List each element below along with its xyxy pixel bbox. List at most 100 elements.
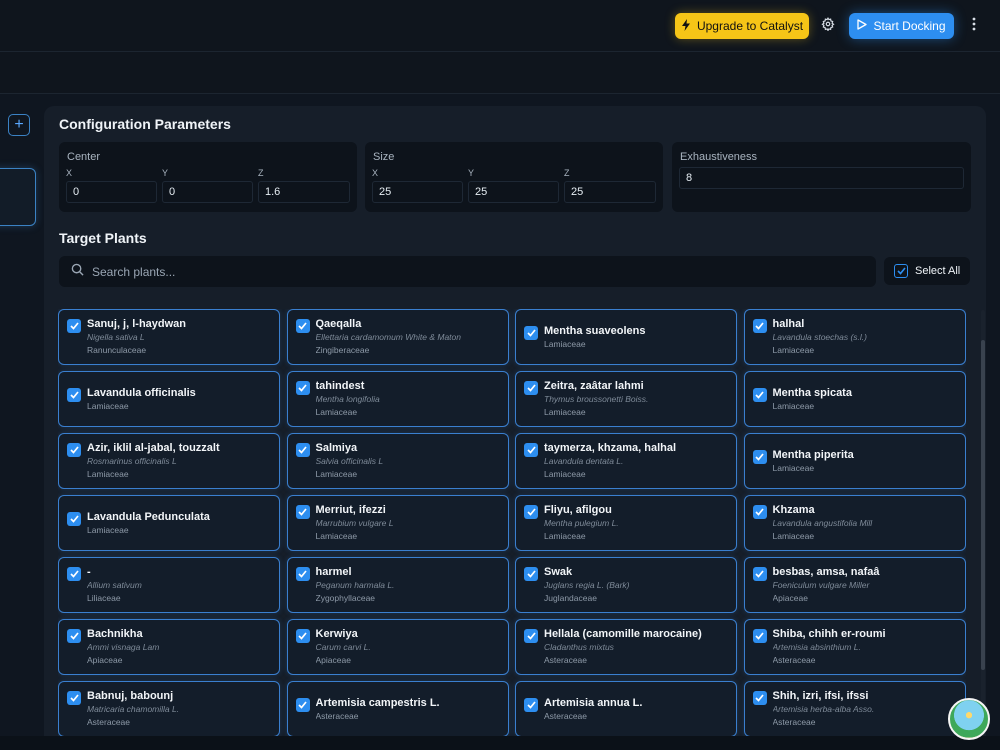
center-group: Center X 0 Y 0 Z 1.6 bbox=[59, 142, 357, 212]
checkbox-checked-icon[interactable] bbox=[524, 567, 538, 581]
checkbox-checked-icon[interactable] bbox=[752, 505, 767, 519]
plant-card[interactable]: besbas, amsa, nafaâ Foeniculum vulgare Mi… bbox=[743, 557, 966, 613]
plant-info: Artemisia campestris L. Asteraceae bbox=[316, 696, 502, 723]
center-z-input[interactable]: 1.6 bbox=[258, 181, 350, 203]
plant-info: Shiba, chihh er-roumi Artemisia absinthiu… bbox=[773, 627, 959, 667]
plant-card[interactable]: Salmiya Salvia officinalis L Lamiaceae bbox=[286, 433, 509, 489]
plant-name: Salmiya bbox=[315, 442, 358, 454]
plant-card[interactable]: Lavandula officinalis Lamiaceae bbox=[58, 371, 280, 427]
plant-card[interactable]: taymerza, khzama, halhal Lavandula dentat… bbox=[515, 433, 737, 489]
plant-card[interactable]: Bachnikha Ammi visnaga Lam Apiaceae bbox=[58, 619, 280, 675]
plant-card[interactable]: Mentha spicata Lamiaceae bbox=[743, 371, 966, 427]
plant-name: tahindest bbox=[315, 380, 365, 392]
plant-card[interactable]: tahindest Mentha longifolia Lamiaceae bbox=[286, 371, 509, 427]
size-y-input[interactable]: 25 bbox=[468, 181, 559, 203]
plant-card[interactable]: Artemisia annua L. Asteraceae bbox=[515, 681, 737, 737]
plant-card[interactable]: halhal Lavandula stoechas (s.l.) Lamiaceae bbox=[743, 309, 966, 365]
checkbox-checked-icon[interactable] bbox=[67, 691, 81, 705]
play-icon bbox=[857, 19, 868, 33]
plant-card[interactable]: Babnuj, babounj Matricaria chamomilla L. A… bbox=[58, 681, 280, 737]
plant-name: Swak bbox=[544, 566, 573, 578]
checkbox-checked-icon[interactable] bbox=[752, 691, 767, 705]
plant-card[interactable]: Qaeqalla Ellettaria cardamomum White & Ma… bbox=[286, 309, 509, 365]
plant-family: Lamiaceae bbox=[544, 469, 586, 479]
checkbox-checked-icon[interactable] bbox=[295, 629, 310, 643]
center-x-input[interactable]: 0 bbox=[66, 181, 157, 203]
checkbox-checked-icon[interactable] bbox=[752, 319, 767, 333]
scrollbar-thumb[interactable] bbox=[981, 340, 985, 670]
plant-scientific-name: Peganum harmala L. bbox=[315, 580, 395, 590]
plant-card[interactable]: Sanuj, j, l-haydwan Nigella sativa L Ranun… bbox=[58, 309, 280, 365]
plant-info: tahindest Mentha longifolia Lamiaceae bbox=[316, 379, 502, 419]
plant-card[interactable]: harmel Peganum harmala L. Zygophyllaceae bbox=[286, 557, 509, 613]
plant-info: Kerwiya Carum carvi L. Apiaceae bbox=[316, 627, 502, 667]
select-all-label: Select All bbox=[915, 265, 961, 277]
plant-card[interactable]: Fliyu, afilgou Mentha pulegium L. Lamiacea… bbox=[515, 495, 737, 551]
checkbox-checked-icon[interactable] bbox=[752, 388, 767, 402]
plants-title: Target Plants bbox=[59, 230, 147, 246]
avatar[interactable] bbox=[948, 698, 990, 740]
exhaustiveness-input[interactable]: 8 bbox=[679, 167, 964, 189]
size-z-input[interactable]: 25 bbox=[564, 181, 656, 203]
checkbox-checked-icon[interactable] bbox=[295, 698, 310, 712]
checkbox-checked-icon[interactable] bbox=[295, 505, 310, 519]
checkbox-checked-icon[interactable] bbox=[295, 381, 310, 395]
sidebar-item[interactable] bbox=[0, 168, 36, 226]
plant-family: Lamiaceae bbox=[315, 469, 358, 479]
plant-card[interactable]: Mentha suaveolens Lamiaceae bbox=[515, 309, 737, 365]
plant-scientific-name: Ammi visnaga Lam bbox=[87, 642, 160, 652]
start-docking-button[interactable]: Start Docking bbox=[849, 13, 954, 39]
plant-card[interactable]: Shih, izri, ifsi, ifssi Artemisia herba-a… bbox=[743, 681, 966, 737]
more-options-button[interactable] bbox=[964, 16, 984, 36]
plant-name: Qaeqalla bbox=[315, 318, 362, 330]
plant-card[interactable]: Kerwiya Carum carvi L. Apiaceae bbox=[286, 619, 509, 675]
plant-card[interactable]: Zeitra, zaâtar lahmi Thymus broussonetti … bbox=[515, 371, 737, 427]
center-y-input[interactable]: 0 bbox=[162, 181, 253, 203]
checkbox-checked-icon[interactable] bbox=[67, 512, 81, 526]
checkbox-checked-icon[interactable] bbox=[752, 567, 767, 581]
plant-card[interactable]: Artemisia campestris L. Asteraceae bbox=[286, 681, 509, 737]
plant-name: Sanuj, j, l-haydwan bbox=[87, 318, 187, 330]
config-title: Configuration Parameters bbox=[59, 116, 231, 132]
checkbox-checked-icon[interactable] bbox=[524, 443, 538, 457]
plant-name: Babnuj, babounj bbox=[87, 690, 174, 702]
kebab-icon bbox=[972, 17, 976, 36]
checkbox-checked-icon[interactable] bbox=[752, 629, 767, 643]
checkbox-checked-icon[interactable] bbox=[524, 505, 538, 519]
plant-card[interactable]: Merriut, ifezzi Marrubium vulgare L Lamiac… bbox=[286, 495, 509, 551]
checkbox-checked-icon[interactable] bbox=[752, 450, 767, 464]
add-icon[interactable]: + bbox=[8, 114, 30, 136]
plant-card[interactable]: Khzama Lavandula angustifolia Mill Lamiace… bbox=[743, 495, 966, 551]
plant-info: Qaeqalla Ellettaria cardamomum White & Ma… bbox=[316, 317, 502, 357]
checkbox-icon bbox=[894, 264, 908, 278]
upgrade-button[interactable]: Upgrade to Catalyst bbox=[675, 13, 809, 39]
center-label: Center bbox=[67, 151, 101, 163]
checkbox-checked-icon[interactable] bbox=[67, 443, 81, 457]
plant-card[interactable]: Swak Juglans regia L. (Bark) Juglandaceae bbox=[515, 557, 737, 613]
checkbox-checked-icon[interactable] bbox=[524, 698, 538, 712]
size-label: Size bbox=[373, 151, 395, 163]
settings-button[interactable] bbox=[818, 16, 838, 36]
checkbox-checked-icon[interactable] bbox=[295, 319, 310, 333]
select-all-toggle[interactable]: Select All bbox=[884, 257, 970, 285]
size-x-input[interactable]: 25 bbox=[372, 181, 463, 203]
checkbox-checked-icon[interactable] bbox=[295, 443, 310, 457]
checkbox-checked-icon[interactable] bbox=[524, 629, 538, 643]
checkbox-checked-icon[interactable] bbox=[67, 567, 81, 581]
plant-card[interactable]: Shiba, chihh er-roumi Artemisia absinthiu… bbox=[743, 619, 966, 675]
plant-card[interactable]: Hellala (camomille marocaine) Cladanthus … bbox=[515, 619, 737, 675]
search-input[interactable]: Search plants... bbox=[59, 256, 876, 287]
plant-card[interactable]: - Allium sativum Liliaceae bbox=[58, 557, 280, 613]
checkbox-checked-icon[interactable] bbox=[295, 567, 310, 581]
checkbox-checked-icon[interactable] bbox=[67, 319, 81, 333]
checkbox-checked-icon[interactable] bbox=[67, 388, 81, 402]
checkbox-checked-icon[interactable] bbox=[524, 381, 538, 395]
checkbox-checked-icon[interactable] bbox=[524, 326, 538, 340]
plant-card[interactable]: Azir, iklil al-jabal, touzzalt Rosmarinus… bbox=[58, 433, 280, 489]
plant-name: harmel bbox=[315, 566, 352, 578]
plant-card[interactable]: Mentha piperita Lamiaceae bbox=[743, 433, 966, 489]
plant-name: Mentha piperita bbox=[772, 449, 854, 461]
plant-card[interactable]: Lavandula Pedunculata Lamiaceae bbox=[58, 495, 280, 551]
plant-info: Bachnikha Ammi visnaga Lam Apiaceae bbox=[87, 627, 273, 667]
checkbox-checked-icon[interactable] bbox=[67, 629, 81, 643]
